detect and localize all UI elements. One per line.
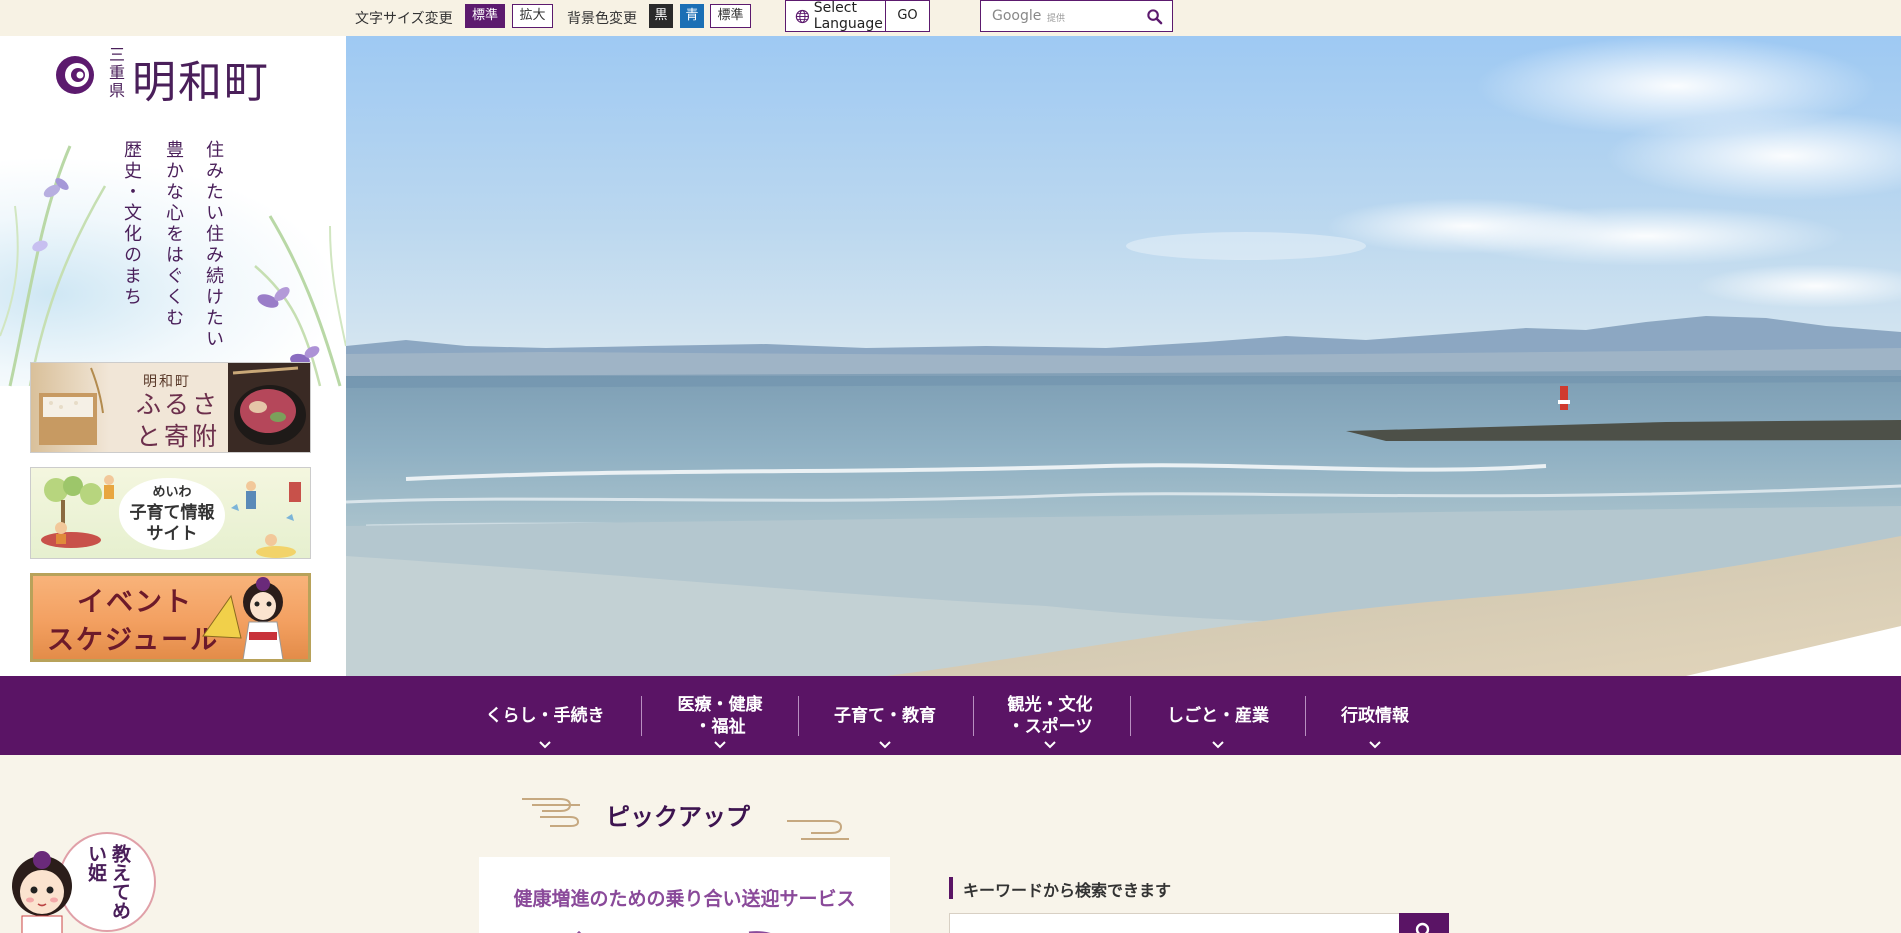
nav-administration[interactable]: 行政情報 [1325, 676, 1425, 755]
nav-divider [1130, 696, 1131, 736]
event-banner-line2: スケジュール [47, 625, 220, 656]
nav-work-label: しごと・産業 [1167, 705, 1269, 726]
event-banner-line1: イベント [77, 587, 193, 618]
chevron-down-icon [1044, 741, 1056, 749]
event-schedule-banner[interactable]: イベント スケジュール [30, 573, 311, 662]
keyword-search-field[interactable] [949, 913, 1401, 933]
nav-living-procedures-label: くらし・手続き [485, 705, 605, 726]
nav-divider [641, 696, 642, 736]
chevron-down-icon [1369, 741, 1381, 749]
pickup-section-title: ピックアップ [606, 803, 750, 831]
bg-blue-button[interactable]: 青 [680, 4, 704, 28]
nav-administration-label: 行政情報 [1341, 705, 1409, 726]
keyword-search-title: キーワードから検索できます [963, 881, 1172, 900]
keyword-search-button[interactable] [1399, 913, 1449, 933]
nav-childcare-education[interactable]: 子育て・教育 [815, 676, 955, 755]
nav-living-procedures[interactable]: くらし・手続き [470, 676, 620, 755]
tagline-line-3: 歴史・文化のまち [121, 140, 142, 308]
mascot-label: 教えてめい姫 [85, 844, 131, 920]
meihime-mascot-icon [12, 851, 72, 933]
sukiyaki-pot-image [228, 363, 310, 452]
font-size-large-button[interactable]: 拡大 [512, 4, 553, 28]
nav-divider [973, 696, 974, 736]
meihime-mascot-image [202, 577, 284, 659]
furusato-donation-banner[interactable]: 明和町 ふるさと寄附 [30, 362, 311, 453]
event-schedule-text: イベント スケジュール [47, 584, 220, 659]
bg-standard-button[interactable]: 標準 [710, 4, 751, 28]
nav-tourism-culture-sports[interactable]: 観光・文化 ・スポーツ [990, 676, 1110, 755]
childcare-banner-text: めいわ 子育て情報 サイト [119, 482, 225, 545]
furusato-banner-town: 明和町 [143, 374, 191, 390]
chevron-down-icon [879, 741, 891, 749]
town-name: 明和町 [132, 57, 270, 108]
keyword-title-accent [949, 877, 953, 899]
chevron-down-icon [714, 741, 726, 749]
childcare-banner-line2: 子育て情報 [129, 503, 215, 523]
main-content: ピックアップ 健康増進のための乗り合い送迎サービス キーワードから検索できます [0, 755, 1901, 933]
global-navigation: くらし・手続き 医療・健康 ・福祉 子育て・教育 観光・文化 ・スポーツ しごと… [0, 676, 1901, 755]
childcare-banner-line3: サイト [146, 524, 198, 544]
font-size-standard-button[interactable]: 標準 [465, 4, 505, 28]
town-emblem-logo [56, 56, 94, 94]
nav-divider [798, 696, 799, 736]
rice-box-image [39, 367, 104, 445]
tagline-line-1: 住みたい住み続けたい [203, 140, 224, 350]
nav-tourism-label-1: 観光・文化 [1007, 694, 1093, 715]
google-brand: Google [992, 8, 1042, 24]
cloud-ornament-right [787, 820, 849, 840]
utility-bar: 文字サイズ変更 標準 拡大 背景色変更 黒 青 標準 Select Langua… [0, 0, 1901, 36]
language-go-button[interactable]: GO [885, 1, 929, 31]
bg-black-button[interactable]: 黒 [649, 4, 673, 28]
pickup-card-subtitle-graphic [576, 930, 771, 933]
google-site-search[interactable]: Google 提供 [980, 0, 1173, 32]
nav-medical-health-welfare[interactable]: 医療・健康 ・福祉 [660, 676, 780, 755]
nav-medical-label-1: 医療・健康 [677, 694, 763, 715]
nav-childcare-label: 子育て・教育 [834, 705, 936, 726]
childcare-info-banner[interactable]: めいわ 子育て情報 サイト [30, 467, 311, 559]
nav-tourism-label-2: ・スポーツ [1007, 716, 1093, 737]
google-provided-label: 提供 [1047, 14, 1066, 24]
prefecture-name: 三重県 [108, 45, 125, 100]
hero-seaside-photo [346, 36, 1901, 676]
search-icon [1415, 922, 1430, 933]
keyword-search-input[interactable] [950, 914, 1400, 933]
tagline-line-2: 豊かな心をはぐくむ [163, 140, 184, 329]
pickup-card[interactable]: 健康増進のための乗り合い送迎サービス [479, 857, 890, 933]
bg-color-label: 背景色変更 [567, 11, 637, 27]
nav-divider [1305, 696, 1306, 736]
chevron-down-icon [1212, 741, 1224, 749]
beach-scenery-image [346, 36, 1901, 676]
ask-meihime-chat-button[interactable]: 教えてめい姫 [0, 826, 160, 933]
childcare-banner-line1: めいわ [152, 485, 192, 500]
cloud-ornament-left [522, 798, 580, 827]
font-size-label: 文字サイズ変更 [355, 11, 453, 27]
pickup-card-title: 健康増進のための乗り合い送迎サービス [513, 888, 856, 910]
site-header-column: 三重県 明和町 住みたい住み続けたい 豊かな心をはぐくむ 歴史・文化のまち 明和… [0, 36, 346, 676]
furusato-banner-title: ふるさと寄附 [135, 390, 220, 451]
nav-medical-label-2: ・福祉 [694, 716, 746, 737]
chevron-down-icon [539, 741, 551, 749]
search-icon[interactable] [1146, 8, 1163, 25]
language-selector[interactable]: Select Language GO [785, 0, 930, 32]
globe-icon [795, 9, 810, 23]
nav-work-industry[interactable]: しごと・産業 [1148, 676, 1288, 755]
